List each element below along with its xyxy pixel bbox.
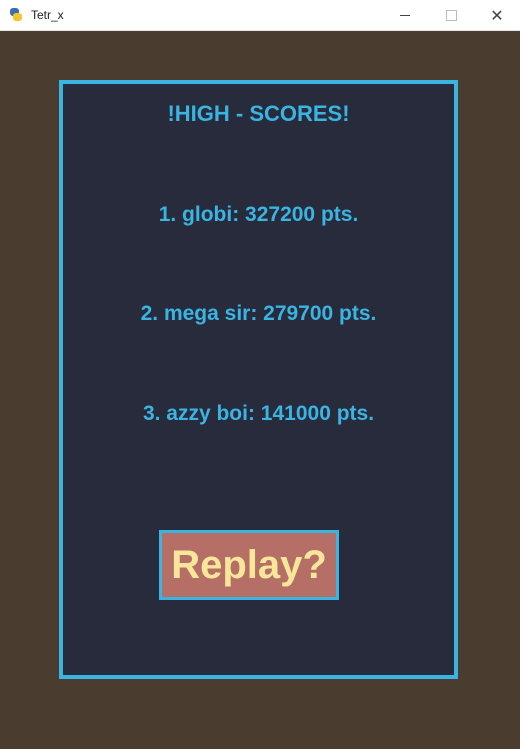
window-title: Tetr_x [31, 8, 64, 22]
title-bar[interactable]: Tetr_x ✕ [0, 0, 520, 31]
score-entry: 2. mega sir: 279700 pts. [140, 302, 377, 325]
high-scores-panel: !HIGH - SCORES! 1. globi: 327200 pts. 2.… [59, 80, 458, 679]
maximize-button[interactable] [428, 0, 474, 30]
score-entry: 1. globi: 327200 pts. [158, 203, 359, 226]
minimize-button[interactable] [382, 0, 428, 30]
minimize-icon [400, 14, 410, 16]
close-icon: ✕ [490, 5, 504, 25]
close-button[interactable]: ✕ [474, 0, 520, 30]
window-controls: ✕ [382, 0, 520, 30]
maximize-icon [445, 9, 457, 21]
high-scores-title: !HIGH - SCORES! [167, 101, 350, 126]
score-entry: 3. azzy boi: 141000 pts. [142, 402, 375, 425]
replay-button[interactable]: Replay? [159, 530, 339, 600]
pygame-snake-icon [8, 7, 24, 23]
